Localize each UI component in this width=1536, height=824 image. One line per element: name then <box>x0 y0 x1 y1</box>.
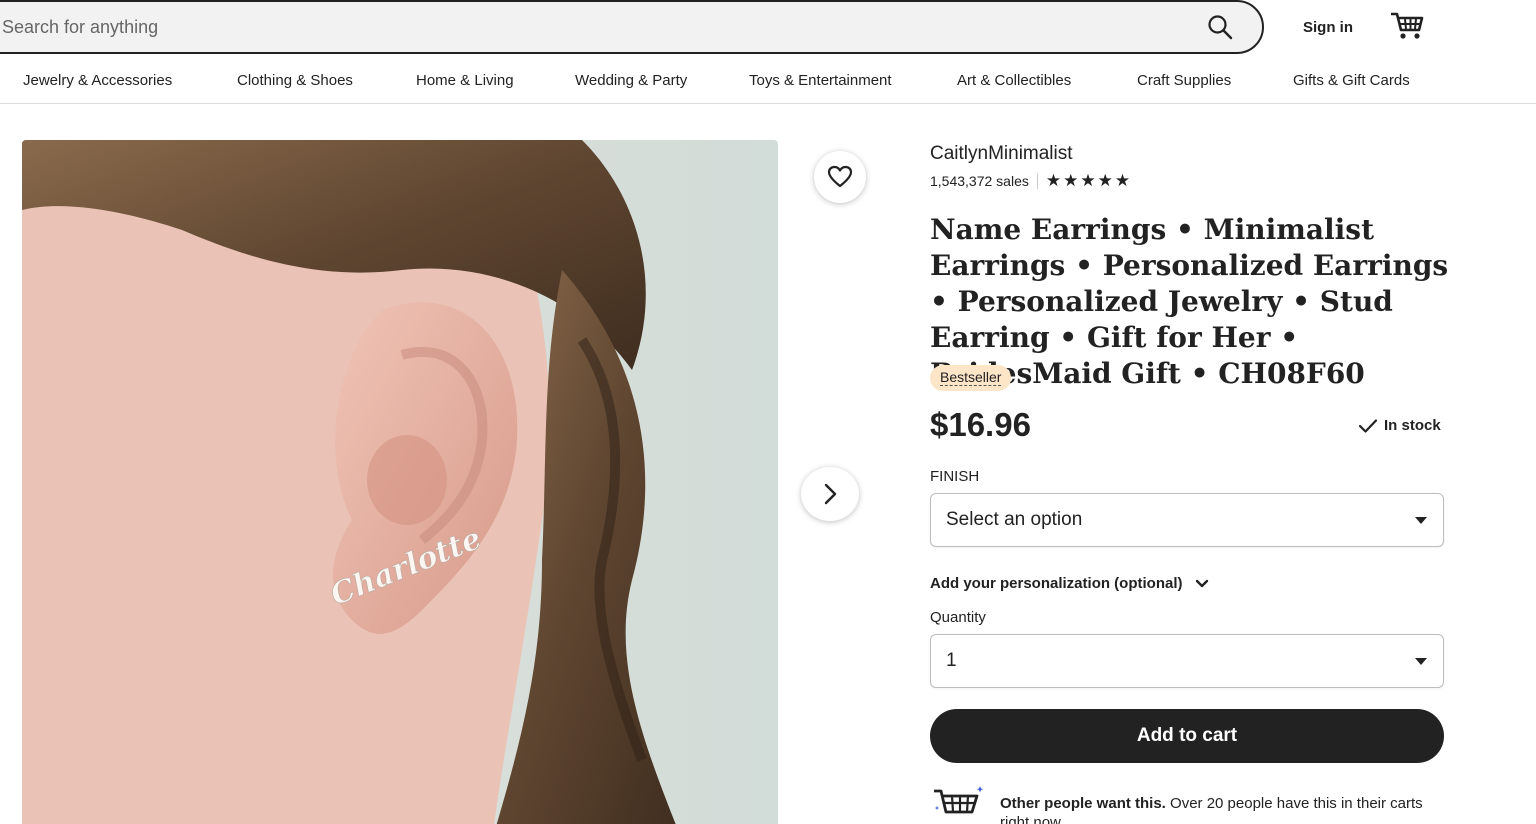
price: $16.96 <box>930 406 1031 443</box>
cart-button[interactable] <box>1388 10 1426 42</box>
bestseller-badge[interactable]: Bestseller <box>930 365 1012 391</box>
search-icon <box>1208 15 1233 40</box>
demand-notice: Other people want this. Over 20 people h… <box>930 784 1450 824</box>
category-jewelry[interactable]: Jewelry & Accessories <box>23 72 172 89</box>
demand-bold: Other people want this. <box>1000 795 1166 812</box>
chevron-right-icon <box>824 483 837 505</box>
search-button[interactable] <box>1190 2 1250 52</box>
category-gifts[interactable]: Gifts & Gift Cards <box>1293 72 1410 89</box>
dropdown-caret-icon <box>1415 516 1427 524</box>
heart-icon <box>827 165 853 188</box>
check-icon <box>1358 418 1378 433</box>
search-bar <box>0 0 1264 54</box>
star-icon: ★ <box>1080 170 1096 191</box>
chevron-down-icon <box>1195 579 1208 587</box>
demand-text: Other people want this. Over 20 people h… <box>1000 794 1440 824</box>
dropdown-caret-icon <box>1415 657 1427 665</box>
search-input[interactable] <box>0 2 1190 52</box>
favorite-button[interactable] <box>814 151 866 203</box>
category-art[interactable]: Art & Collectibles <box>957 72 1071 89</box>
star-icon: ★ <box>1114 170 1131 191</box>
star-icon: ★ <box>1063 170 1079 191</box>
finish-select[interactable]: Select an option <box>930 493 1444 547</box>
category-clothing[interactable]: Clothing & Shoes <box>237 72 353 89</box>
sales-row: 1,543,372 sales ★ ★ ★ ★ ★ <box>930 171 1130 191</box>
category-home[interactable]: Home & Living <box>416 72 514 89</box>
sign-in-link[interactable]: Sign in <box>1290 13 1366 41</box>
cart-sparkle-icon <box>934 786 984 814</box>
personalization-label: Add your personalization (optional) <box>930 575 1183 592</box>
category-nav: Jewelry & Accessories Clothing & Shoes H… <box>0 58 1536 104</box>
next-image-button[interactable] <box>801 467 859 521</box>
quantity-select[interactable]: 1 <box>930 634 1444 688</box>
badge-label: Bestseller <box>940 369 1002 386</box>
stock-status: In stock <box>1358 417 1441 434</box>
finish-value: Select an option <box>946 509 1083 530</box>
sales-count: 1,543,372 sales <box>930 173 1029 189</box>
stock-label: In stock <box>1384 417 1441 434</box>
personalization-toggle[interactable]: Add your personalization (optional) <box>930 575 1209 592</box>
star-icon: ★ <box>1045 170 1062 191</box>
finish-label: FINISH <box>930 468 980 485</box>
quantity-value: 1 <box>946 650 957 671</box>
category-wedding[interactable]: Wedding & Party <box>575 72 687 89</box>
shop-name-link[interactable]: CaitlynMinimalist <box>930 143 1073 165</box>
product-title: Name Earrings • Minimalist Earrings • Pe… <box>930 213 1449 390</box>
category-craft[interactable]: Craft Supplies <box>1137 72 1231 89</box>
add-to-cart-button[interactable]: Add to cart <box>930 709 1444 763</box>
divider <box>1036 173 1038 189</box>
rating-stars[interactable]: ★ ★ ★ ★ ★ <box>1045 170 1131 191</box>
quantity-label: Quantity <box>930 609 986 626</box>
product-photo[interactable]: Charlotte <box>22 140 778 824</box>
cart-icon <box>1391 12 1424 39</box>
category-toys[interactable]: Toys & Entertainment <box>749 72 892 89</box>
star-icon: ★ <box>1097 170 1113 191</box>
